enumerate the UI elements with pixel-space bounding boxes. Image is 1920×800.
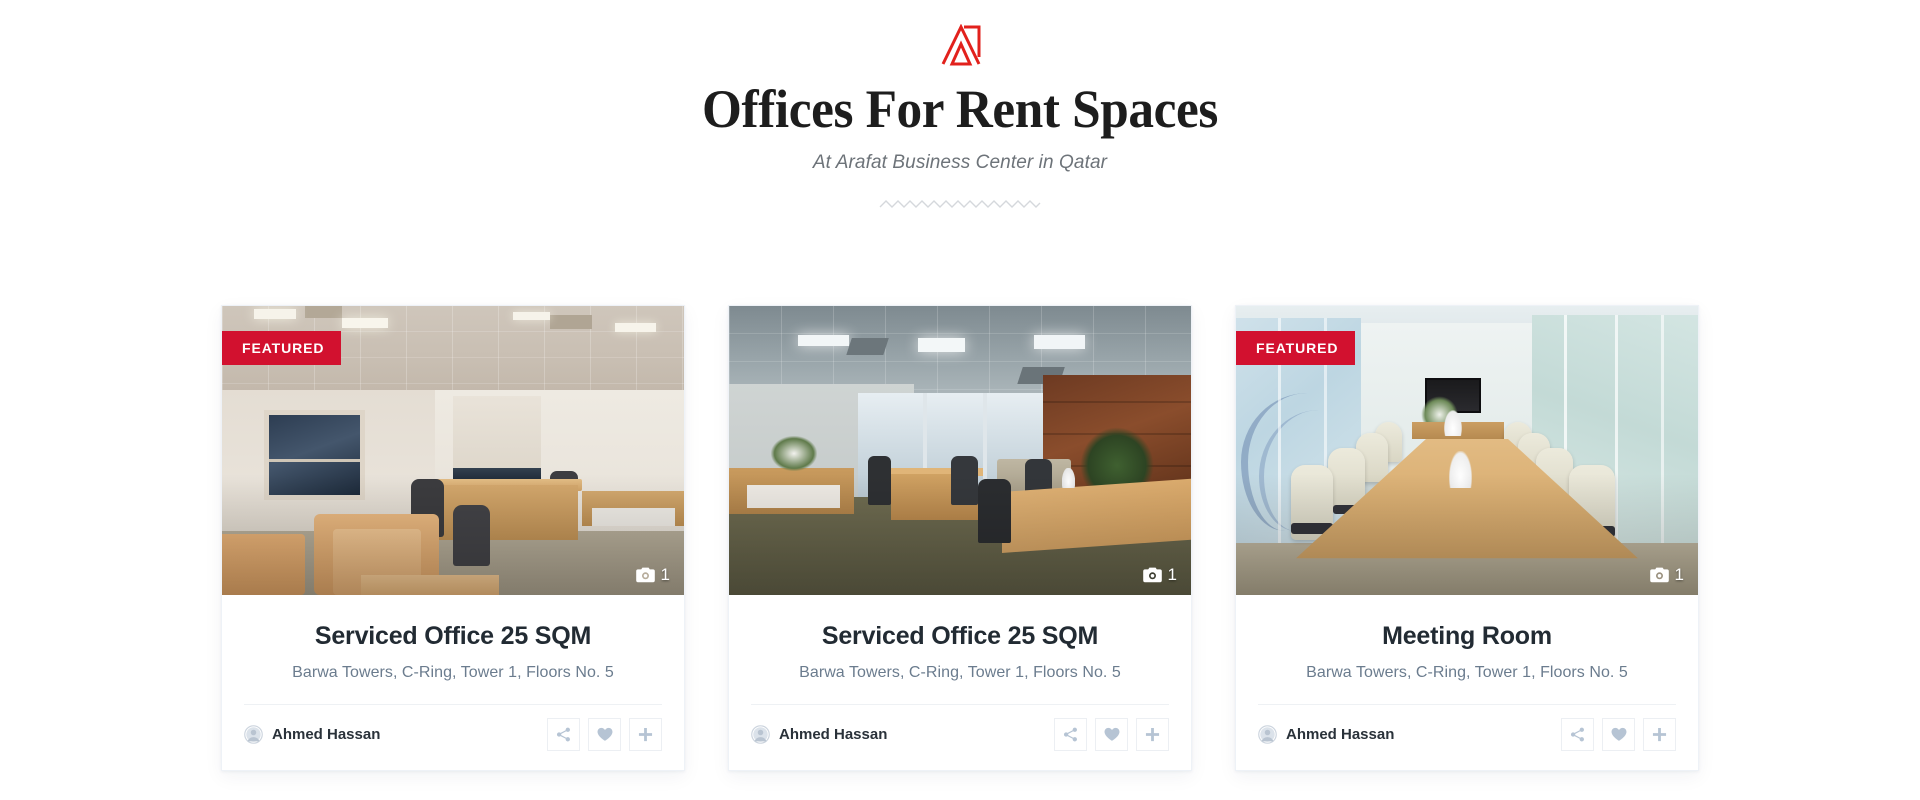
featured-badge: FEATURED <box>222 331 342 365</box>
plus-icon <box>1145 727 1160 742</box>
listing-actions <box>1054 718 1169 751</box>
listing-author[interactable]: Ahmed Hassan <box>1258 725 1394 744</box>
photo-count-badge: 1 <box>1142 565 1177 585</box>
listing-footer: Ahmed Hassan <box>729 705 1191 770</box>
plus-icon <box>1652 727 1667 742</box>
author-name: Ahmed Hassan <box>779 726 888 743</box>
listing-title[interactable]: Serviced Office 25 SQM <box>749 622 1171 651</box>
user-avatar-icon <box>244 725 263 744</box>
listing-image[interactable]: 1 <box>729 306 1191 595</box>
heart-icon <box>1611 727 1626 741</box>
share-button[interactable] <box>547 718 580 751</box>
compare-button[interactable] <box>629 718 662 751</box>
listing-body: Meeting Room Barwa Towers, C-Ring, Tower… <box>1236 595 1698 682</box>
listing-card[interactable]: 1 Serviced Office 25 SQM Barwa Towers, C… <box>728 305 1192 771</box>
share-icon <box>1570 727 1584 742</box>
camera-icon <box>1649 567 1669 583</box>
favorite-button[interactable] <box>1602 718 1635 751</box>
camera-icon <box>635 567 655 583</box>
listing-card[interactable]: FEATURED 1 Meeting Room Barwa Towers, C-… <box>1235 305 1699 771</box>
page-header: Offices For Rent Spaces At Arafat Busine… <box>0 0 1920 212</box>
listing-image[interactable]: FEATURED 1 <box>1236 306 1698 595</box>
zigzag-divider-icon <box>879 199 1041 208</box>
share-icon <box>556 727 570 742</box>
share-icon <box>1063 727 1077 742</box>
plus-icon <box>638 727 653 742</box>
listing-card[interactable]: FEATURED 1 Serviced Office 25 SQM Barwa … <box>221 305 685 771</box>
author-name: Ahmed Hassan <box>1286 726 1395 743</box>
listing-author[interactable]: Ahmed Hassan <box>751 725 887 744</box>
compare-button[interactable] <box>1643 718 1676 751</box>
share-button[interactable] <box>1561 718 1594 751</box>
share-button[interactable] <box>1054 718 1087 751</box>
office-photo-open-office <box>729 306 1191 595</box>
listing-address: Barwa Towers, C-Ring, Tower 1, Floors No… <box>292 664 614 681</box>
listing-title[interactable]: Meeting Room <box>1256 622 1678 651</box>
listing-actions <box>547 718 662 751</box>
heart-icon <box>1104 727 1119 741</box>
photo-count-badge: 1 <box>1649 565 1684 585</box>
arafat-a-monogram-logo-icon[interactable] <box>937 24 983 66</box>
compare-button[interactable] <box>1136 718 1169 751</box>
heart-icon <box>597 727 612 741</box>
page-title: Offices For Rent Spaces <box>701 79 1219 139</box>
photo-count-value: 1 <box>660 565 670 584</box>
listing-title[interactable]: Serviced Office 25 SQM <box>242 622 664 651</box>
camera-icon <box>1142 567 1162 583</box>
listing-body: Serviced Office 25 SQM Barwa Towers, C-R… <box>729 595 1191 682</box>
photo-count-value: 1 <box>1167 565 1177 584</box>
favorite-button[interactable] <box>588 718 621 751</box>
listing-address: Barwa Towers, C-Ring, Tower 1, Floors No… <box>799 664 1121 681</box>
user-avatar-icon <box>751 725 770 744</box>
user-avatar-icon <box>1258 725 1277 744</box>
listing-footer: Ahmed Hassan <box>1236 705 1698 770</box>
listing-footer: Ahmed Hassan <box>222 705 684 770</box>
listing-image[interactable]: FEATURED 1 <box>222 306 684 595</box>
favorite-button[interactable] <box>1095 718 1128 751</box>
featured-badge: FEATURED <box>1236 331 1356 365</box>
page-root: Offices For Rent Spaces At Arafat Busine… <box>0 0 1920 800</box>
photo-count-badge: 1 <box>635 565 670 585</box>
listing-actions <box>1561 718 1676 751</box>
page-subtitle: At Arafat Business Center in Qatar <box>812 151 1108 173</box>
listing-body: Serviced Office 25 SQM Barwa Towers, C-R… <box>222 595 684 682</box>
listing-author[interactable]: Ahmed Hassan <box>244 725 380 744</box>
listing-address: Barwa Towers, C-Ring, Tower 1, Floors No… <box>1306 664 1628 681</box>
author-name: Ahmed Hassan <box>272 726 381 743</box>
photo-count-value: 1 <box>1674 565 1684 584</box>
listing-grid: FEATURED 1 Serviced Office 25 SQM Barwa … <box>221 305 1699 771</box>
